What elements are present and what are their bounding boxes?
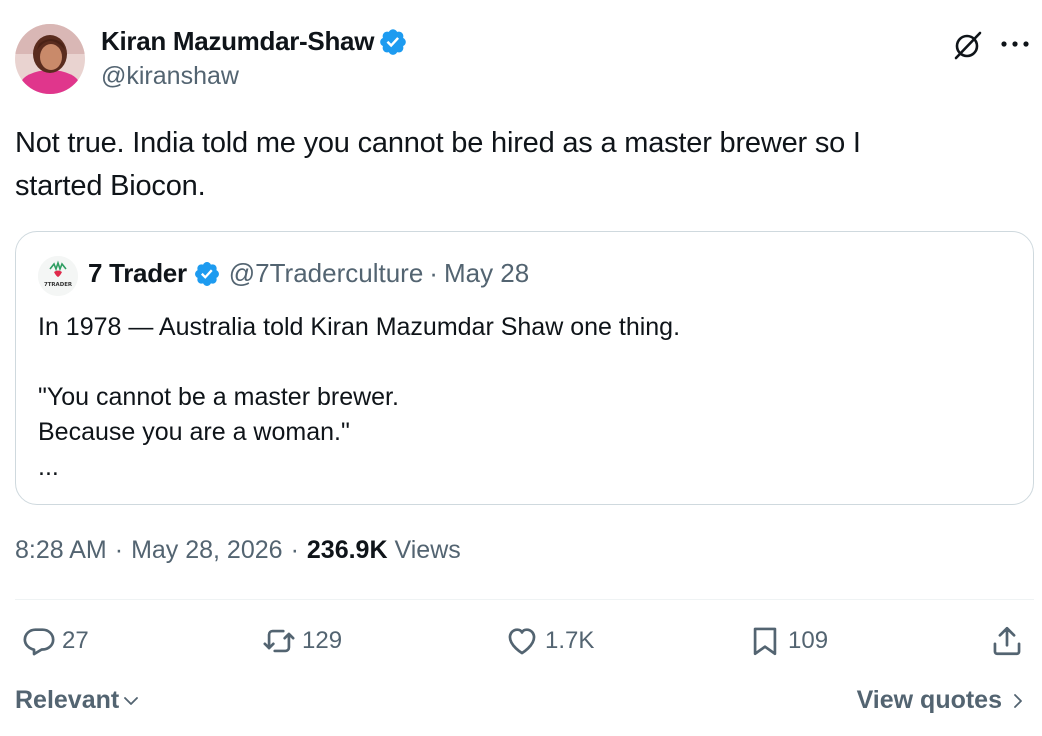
- share-button[interactable]: [990, 624, 1030, 658]
- quoted-tweet-card[interactable]: 7TRADER 7 Trader @7Traderculture · May 2…: [15, 231, 1034, 505]
- author-name-row[interactable]: Kiran Mazumdar-Shaw: [101, 26, 408, 57]
- verified-badge-icon: [194, 261, 219, 286]
- author-handle[interactable]: @kiranshaw: [101, 62, 239, 91]
- divider: [15, 599, 1034, 600]
- view-quotes-link[interactable]: View quotes: [857, 686, 1028, 715]
- tweet-text: Not true. India told me you cannot be hi…: [15, 122, 1005, 208]
- chevron-down-icon: [124, 696, 139, 705]
- like-button[interactable]: 1.7K: [505, 624, 594, 658]
- quoted-body-line: "You cannot be a master brewer.: [38, 383, 399, 411]
- tweet-date[interactable]: May 28, 2026: [131, 536, 283, 565]
- reply-icon: [23, 628, 55, 656]
- repost-button[interactable]: 129: [262, 624, 342, 658]
- quoted-tweet-header: 7 Trader @7Traderculture · May 28: [88, 258, 529, 289]
- tweet-text-line: Not true. India told me you cannot be hi…: [15, 127, 861, 159]
- tweet-text-line: started Biocon.: [15, 170, 206, 202]
- chevron-right-icon: [1014, 693, 1022, 708]
- tweet-meta: 8:28 AM · May 28, 2026 · 236.9K Views: [15, 536, 461, 565]
- like-count: 1.7K: [545, 627, 595, 654]
- quoted-tweet-date[interactable]: May 28: [444, 258, 529, 289]
- heart-icon: [508, 628, 536, 655]
- tweet-time[interactable]: 8:28 AM: [15, 536, 107, 565]
- reply-count: 27: [62, 627, 89, 654]
- bookmark-icon: [753, 627, 777, 656]
- meta-separator: ·: [114, 536, 124, 564]
- share-icon: [993, 626, 1021, 656]
- meta-separator: ·: [290, 536, 299, 564]
- grok-icon[interactable]: [951, 28, 985, 62]
- author-display-name[interactable]: Kiran Mazumdar-Shaw: [101, 26, 374, 57]
- quoted-author-name[interactable]: 7 Trader: [88, 258, 187, 289]
- sort-label: Relevant: [15, 686, 120, 714]
- quoted-author-avatar[interactable]: 7TRADER: [38, 256, 78, 296]
- reply-button[interactable]: 27: [22, 624, 89, 658]
- views-count[interactable]: 236.9K: [307, 536, 388, 565]
- sort-replies-dropdown[interactable]: Relevant: [15, 686, 141, 715]
- views-label[interactable]: Views: [395, 536, 461, 565]
- repost-icon: [263, 629, 295, 653]
- view-quotes-label: View quotes: [856, 686, 1002, 714]
- quoted-body-line: ...: [38, 453, 59, 481]
- more-dots-icon[interactable]: [999, 38, 1031, 50]
- bookmark-button[interactable]: 109: [748, 624, 828, 658]
- repost-count: 129: [302, 627, 343, 654]
- quoted-tweet-body: In 1978 — Australia told Kiran Mazumdar …: [38, 310, 1008, 485]
- quoted-body-line: In 1978 — Australia told Kiran Mazumdar …: [38, 313, 681, 341]
- author-avatar[interactable]: [15, 24, 85, 94]
- quoted-author-handle[interactable]: @7Traderculture: [229, 258, 424, 289]
- bookmark-count: 109: [788, 627, 829, 654]
- quoted-body-line: [38, 345, 1008, 380]
- verified-badge-icon: [380, 28, 406, 55]
- quoted-avatar-label: 7TRADER: [44, 282, 73, 288]
- quoted-separator: ·: [429, 258, 438, 288]
- quoted-body-line: Because you are a woman.": [38, 418, 350, 446]
